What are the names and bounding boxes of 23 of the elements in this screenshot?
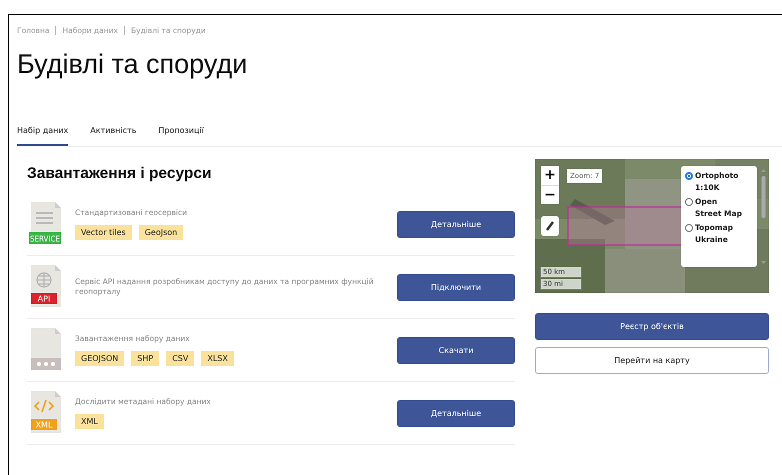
- zoom-out-button[interactable]: −: [541, 185, 559, 204]
- radio-button[interactable]: [685, 198, 693, 206]
- resource-button[interactable]: Детальніше: [397, 400, 515, 426]
- format-tag: Vector tiles: [75, 225, 132, 240]
- action-button[interactable]: Реєстр об'єктів: [535, 313, 769, 340]
- tab[interactable]: Активність: [90, 126, 136, 146]
- resource-button[interactable]: Детальніше: [397, 210, 515, 238]
- format-tag: CSV: [166, 351, 194, 366]
- page-title: Будівлі та споруди: [17, 49, 248, 80]
- format-tag: GEOJSON: [75, 351, 124, 366]
- format-tag: SHP: [131, 351, 160, 366]
- format-tag: GeoJson: [138, 225, 184, 240]
- action-button[interactable]: Перейти на карту: [535, 347, 769, 374]
- tab[interactable]: Пропозиції: [158, 126, 204, 146]
- ruler-button[interactable]: [541, 216, 559, 236]
- format-tag: XML: [75, 414, 104, 430]
- format-tag: XLSX: [201, 351, 234, 366]
- resource-button[interactable]: Підключити: [397, 274, 515, 300]
- radio-button[interactable]: [685, 224, 693, 232]
- tab[interactable]: Набір даних: [17, 126, 68, 146]
- radio-button[interactable]: [685, 172, 693, 180]
- resource-button[interactable]: Скачати: [397, 336, 515, 364]
- section-heading: Завантаження і ресурси: [27, 165, 212, 183]
